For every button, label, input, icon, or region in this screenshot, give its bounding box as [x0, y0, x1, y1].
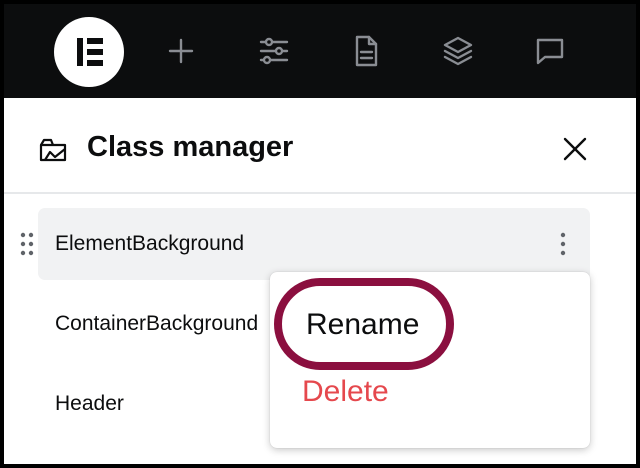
delete-menu-item[interactable]: Delete	[302, 374, 389, 410]
more-options-icon[interactable]	[554, 230, 572, 258]
drag-handle-icon[interactable]	[20, 230, 34, 258]
class-label: Header	[55, 392, 124, 415]
settings-sliders-icon[interactable]	[254, 31, 294, 71]
rename-menu-item[interactable]: Rename	[274, 278, 454, 370]
class-label: ElementBackground	[55, 232, 245, 255]
page-title: Class manager	[87, 131, 294, 163]
page-document-icon[interactable]	[346, 31, 386, 71]
plus-icon[interactable]	[161, 31, 201, 71]
editor-top-bar	[4, 4, 636, 98]
class-options-menu: Rename Delete	[270, 272, 590, 448]
comment-icon[interactable]	[530, 31, 570, 71]
class-manager-icon	[38, 136, 68, 166]
class-manager-window: Class manager ElementBackground Containe…	[4, 4, 636, 464]
close-icon[interactable]	[557, 131, 593, 167]
class-label: ContainerBackground	[55, 312, 259, 335]
layers-icon[interactable]	[438, 31, 478, 71]
elementor-logo-icon[interactable]	[54, 17, 124, 87]
rename-label: Rename	[306, 308, 420, 341]
class-row-elementbackground[interactable]: ElementBackground	[20, 208, 590, 280]
panel-header: Class manager	[4, 98, 636, 194]
